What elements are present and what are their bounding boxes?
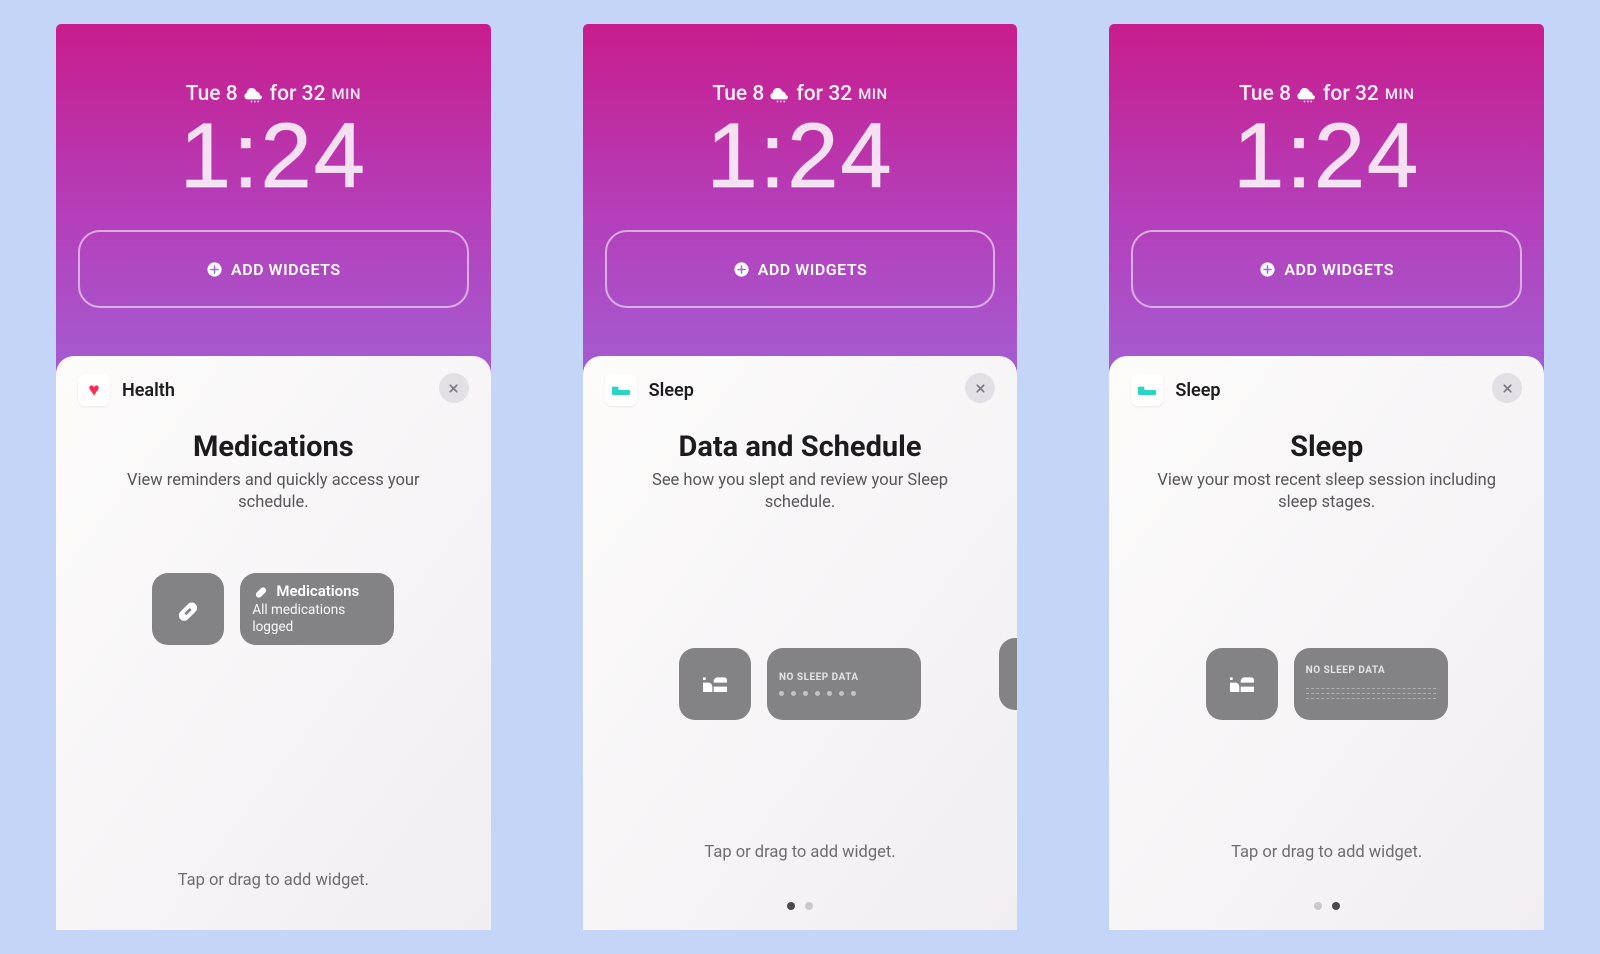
widget-preview-large[interactable]: NO SLEEP DATA (1294, 648, 1448, 720)
add-widgets-label: ADD WIDGETS (1284, 260, 1394, 279)
bed-icon (1226, 668, 1258, 700)
plus-circle-icon (733, 261, 750, 278)
sleep-app-icon (1131, 374, 1163, 406)
date-weather-line: Tue 8 for 32 MIN (1109, 82, 1544, 106)
helper-text: Tap or drag to add widget. (1131, 843, 1522, 862)
widget-preview-small[interactable] (1206, 648, 1278, 720)
widget-title: Data and Schedule (605, 430, 996, 464)
lock-screen-top: Tue 8 for 32 MIN 1:24 ADD WIDGETS (56, 24, 491, 308)
widget-preview-small[interactable] (152, 573, 224, 645)
bed-icon (699, 668, 731, 700)
widget-gallery-sheet: ♥ Health Medications View reminders and … (56, 356, 491, 930)
sheet-app-name: Sleep (1175, 380, 1220, 401)
date-text: Tue 8 (186, 82, 238, 106)
phone-screen-medications: Tue 8 for 32 MIN 1:24 ADD WIDGETS ♥ Healt… (56, 24, 491, 930)
date-weather-line: Tue 8 for 32 MIN (583, 82, 1018, 106)
page-indicator (1131, 902, 1522, 930)
rain-icon (244, 84, 264, 104)
page-dot (805, 902, 813, 910)
forecast-text: for 32 (270, 82, 326, 106)
date-weather-line: Tue 8 for 32 MIN (56, 82, 491, 106)
date-text: Tue 8 (712, 82, 764, 106)
plus-circle-icon (1259, 261, 1276, 278)
helper-text: Tap or drag to add widget. (78, 871, 469, 930)
close-button[interactable] (965, 373, 995, 403)
page-dot (1332, 902, 1340, 910)
sleep-dots (779, 691, 909, 696)
sleep-lines (1306, 684, 1436, 703)
sleep-app-icon (605, 374, 637, 406)
add-widgets-button[interactable]: ADD WIDGETS (78, 230, 469, 308)
forecast-text: for 32 (1323, 82, 1379, 106)
lock-screen-top: Tue 8 for 32 MIN 1:24 ADD WIDGETS (1109, 24, 1544, 308)
preview-subtitle: All medications logged (252, 602, 382, 636)
add-widgets-label: ADD WIDGETS (758, 260, 868, 279)
widget-gallery-sheet: Sleep Data and Schedule See how you slep… (583, 356, 1018, 930)
rain-icon (1297, 84, 1317, 104)
widget-preview-row: NO SLEEP DATA (1131, 638, 1522, 720)
widget-title: Sleep (1131, 430, 1522, 464)
widget-gallery-sheet: Sleep Sleep View your most recent sleep … (1109, 356, 1544, 930)
widget-preview-row: NO SLEEP DATA (605, 638, 996, 720)
phone-screen-sleep-data: Tue 8 for 32 MIN 1:24 ADD WIDGETS Sleep (583, 24, 1018, 930)
sheet-app-name: Sleep (649, 380, 694, 401)
widget-description: View your most recent sleep session incl… (1131, 470, 1522, 515)
widget-preview-row: Medications All medications logged (78, 563, 469, 645)
widget-preview-small[interactable] (679, 648, 751, 720)
bed-icon (611, 383, 631, 397)
pill-icon (252, 582, 270, 600)
rain-icon (770, 84, 790, 104)
date-text: Tue 8 (1239, 82, 1291, 106)
preview-title: Medications (276, 582, 359, 600)
clock-time: 1:24 (1109, 110, 1544, 202)
widget-description: View reminders and quickly access your s… (78, 470, 469, 515)
widget-title: Medications (78, 430, 469, 464)
forecast-suffix: MIN (1385, 85, 1415, 103)
no-sleep-label: NO SLEEP DATA (779, 672, 909, 683)
clock-time: 1:24 (56, 110, 491, 202)
clock-time: 1:24 (583, 110, 1018, 202)
forecast-suffix: MIN (858, 85, 888, 103)
phone-screen-sleep: Tue 8 for 32 MIN 1:24 ADD WIDGETS Sleep (1109, 24, 1544, 930)
page-dot (787, 902, 795, 910)
plus-circle-icon (206, 261, 223, 278)
add-widgets-button[interactable]: ADD WIDGETS (1131, 230, 1522, 308)
widget-preview-peek[interactable] (999, 638, 1017, 710)
page-indicator (605, 902, 996, 930)
close-button[interactable] (439, 373, 469, 403)
page-dot (1314, 902, 1322, 910)
add-widgets-label: ADD WIDGETS (231, 260, 341, 279)
health-app-icon: ♥ (78, 374, 110, 406)
forecast-text: for 32 (796, 82, 852, 106)
sheet-app-name: Health (122, 380, 175, 401)
pill-icon (172, 593, 204, 625)
widget-description: See how you slept and review your Sleep … (605, 470, 996, 515)
close-button[interactable] (1492, 373, 1522, 403)
add-widgets-button[interactable]: ADD WIDGETS (605, 230, 996, 308)
widget-preview-large[interactable]: Medications All medications logged (240, 573, 394, 645)
lock-screen-top: Tue 8 for 32 MIN 1:24 ADD WIDGETS (583, 24, 1018, 308)
no-sleep-label: NO SLEEP DATA (1306, 665, 1436, 676)
widget-preview-large[interactable]: NO SLEEP DATA (767, 648, 921, 720)
bed-icon (1137, 383, 1157, 397)
forecast-suffix: MIN (332, 85, 362, 103)
helper-text: Tap or drag to add widget. (605, 843, 996, 862)
